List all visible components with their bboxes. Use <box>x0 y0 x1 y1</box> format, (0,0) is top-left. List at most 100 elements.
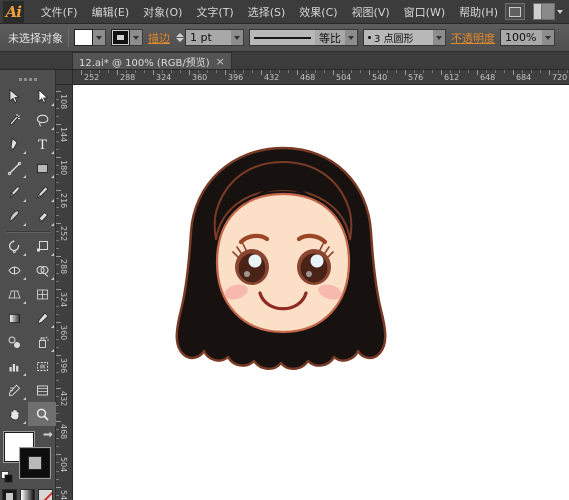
fill-swatch[interactable] <box>74 29 93 46</box>
stroke-swatch[interactable] <box>111 29 130 46</box>
ruler-minor-tick <box>468 70 469 73</box>
rectangle-tool[interactable] <box>28 156 56 180</box>
blend-tool[interactable] <box>0 330 28 354</box>
opacity-dropdown-button[interactable] <box>542 29 555 46</box>
none-mode-button[interactable] <box>38 489 53 500</box>
menu-window[interactable]: 窗口(W) <box>397 2 452 22</box>
stroke-weight-dropdown-button[interactable] <box>231 29 244 46</box>
arrange-documents-icon[interactable] <box>505 3 525 20</box>
stroke-weight-input[interactable]: 1 pt <box>185 29 231 46</box>
stroke-profile-control[interactable]: 等比 <box>249 29 358 46</box>
slice-tool[interactable] <box>0 378 28 402</box>
stroke-weight-control[interactable]: 1 pt <box>175 29 244 46</box>
selection-status-label: 未选择对象 <box>8 30 63 46</box>
ruler-corner[interactable] <box>56 70 73 85</box>
ruler-minor-tick <box>56 215 59 216</box>
mesh-tool[interactable] <box>28 282 56 306</box>
eye-left-highlight-small <box>244 271 250 277</box>
stroke-color-control[interactable] <box>111 29 143 46</box>
close-icon[interactable]: × <box>216 56 225 67</box>
tool-grid: T <box>0 84 56 426</box>
ruler-minor-tick <box>56 396 59 397</box>
ruler-tick <box>225 70 226 75</box>
paintbrush-tool[interactable] <box>0 180 28 204</box>
pencil-tool[interactable] <box>28 180 56 204</box>
selection-tool[interactable] <box>0 84 28 108</box>
hand-tool[interactable] <box>0 402 28 426</box>
stepper-down-icon[interactable] <box>176 38 184 42</box>
menubar-right-controls <box>505 3 569 20</box>
stepper-up-icon[interactable] <box>176 33 184 37</box>
stroke-panel-link[interactable]: 描边 <box>148 30 170 46</box>
ruler-label: 576 <box>408 73 423 83</box>
swap-fill-stroke-icon[interactable] <box>42 430 53 441</box>
horizontal-ruler[interactable]: 2522883243603964324685045405766126486847… <box>73 70 569 85</box>
width-tool[interactable] <box>0 258 28 282</box>
scale-tool[interactable] <box>28 234 56 258</box>
stroke-profile-dropdown-button[interactable] <box>345 29 358 46</box>
menu-file[interactable]: 文件(F) <box>34 2 85 22</box>
column-graph-tool[interactable] <box>0 354 28 378</box>
chevron-down-icon <box>545 36 551 40</box>
canvas-area[interactable] <box>73 85 569 500</box>
pen-tool[interactable] <box>0 132 28 156</box>
vertical-ruler[interactable]: 108144180216252288324360396432468504540 <box>56 85 73 500</box>
zoom-tool[interactable] <box>28 402 56 426</box>
stroke-dropdown-button[interactable] <box>130 29 143 46</box>
direct-selection-tool[interactable] <box>28 84 56 108</box>
symbol-sprayer-tool[interactable] <box>28 330 56 354</box>
menu-select[interactable]: 选择(S) <box>241 2 293 22</box>
line-segment-tool[interactable] <box>0 156 28 180</box>
toolbox-grip[interactable] <box>0 74 55 84</box>
ruler-minor-tick <box>504 70 505 73</box>
menu-type[interactable]: 文字(T) <box>189 2 240 22</box>
artwork-cartoon-girl[interactable] <box>148 140 418 390</box>
ruler-label: 720 <box>552 73 567 83</box>
toolbox-stroke-swatch[interactable] <box>20 448 50 478</box>
gradient-tool[interactable] <box>0 306 28 330</box>
menu-help[interactable]: 帮助(H) <box>452 2 505 22</box>
artboard-tool[interactable] <box>28 354 56 378</box>
ruler-minor-tick <box>56 413 59 414</box>
chevron-down-icon <box>436 36 442 40</box>
ruler-minor-tick <box>558 70 559 73</box>
eyedropper-tool[interactable] <box>28 306 56 330</box>
default-fill-stroke-icon[interactable] <box>1 471 13 483</box>
opacity-control[interactable]: 100% <box>500 29 555 46</box>
menu-effect[interactable]: 效果(C) <box>292 2 344 22</box>
workspace-switcher[interactable] <box>533 3 563 20</box>
ruler-tick <box>56 487 61 488</box>
ruler-label: 396 <box>228 73 243 83</box>
ruler-tick <box>56 355 61 356</box>
shape-builder-tool[interactable] <box>28 258 56 282</box>
gradient-mode-button[interactable] <box>20 489 35 500</box>
menu-edit[interactable]: 编辑(E) <box>85 2 137 22</box>
opacity-panel-link[interactable]: 不透明度 <box>451 30 495 46</box>
fill-color-control[interactable] <box>74 29 106 46</box>
ruler-tick <box>513 70 514 75</box>
fill-dropdown-button[interactable] <box>93 29 106 46</box>
ruler-minor-tick <box>56 438 59 439</box>
artboard[interactable] <box>73 85 569 500</box>
ruler-label: 324 <box>59 292 68 307</box>
blob-brush-tool[interactable] <box>0 204 28 228</box>
perspective-grid-tool[interactable] <box>0 282 28 306</box>
color-mode-button[interactable] <box>2 489 17 500</box>
menu-object[interactable]: 对象(O) <box>136 2 189 22</box>
eraser-tool[interactable] <box>28 204 56 228</box>
stroke-weight-stepper[interactable] <box>175 29 185 46</box>
magic-wand-tool[interactable] <box>0 108 28 132</box>
brush-definition-control[interactable]: 3 点圆形 <box>363 29 446 46</box>
ruler-minor-tick <box>531 70 532 73</box>
stroke-profile-label: 等比 <box>315 29 345 46</box>
type-tool[interactable]: T <box>28 132 56 156</box>
menu-view[interactable]: 视图(V) <box>345 2 397 22</box>
ruler-label: 360 <box>192 73 207 83</box>
eraser-group-tool[interactable] <box>28 378 56 402</box>
brush-definition-dropdown-button[interactable] <box>433 29 446 46</box>
ruler-tick <box>297 70 298 75</box>
rotate-tool[interactable] <box>0 234 28 258</box>
opacity-input[interactable]: 100% <box>500 29 542 46</box>
document-tab[interactable]: 12.ai* @ 100% (RGB/预览) × <box>72 52 232 69</box>
lasso-tool[interactable] <box>28 108 56 132</box>
